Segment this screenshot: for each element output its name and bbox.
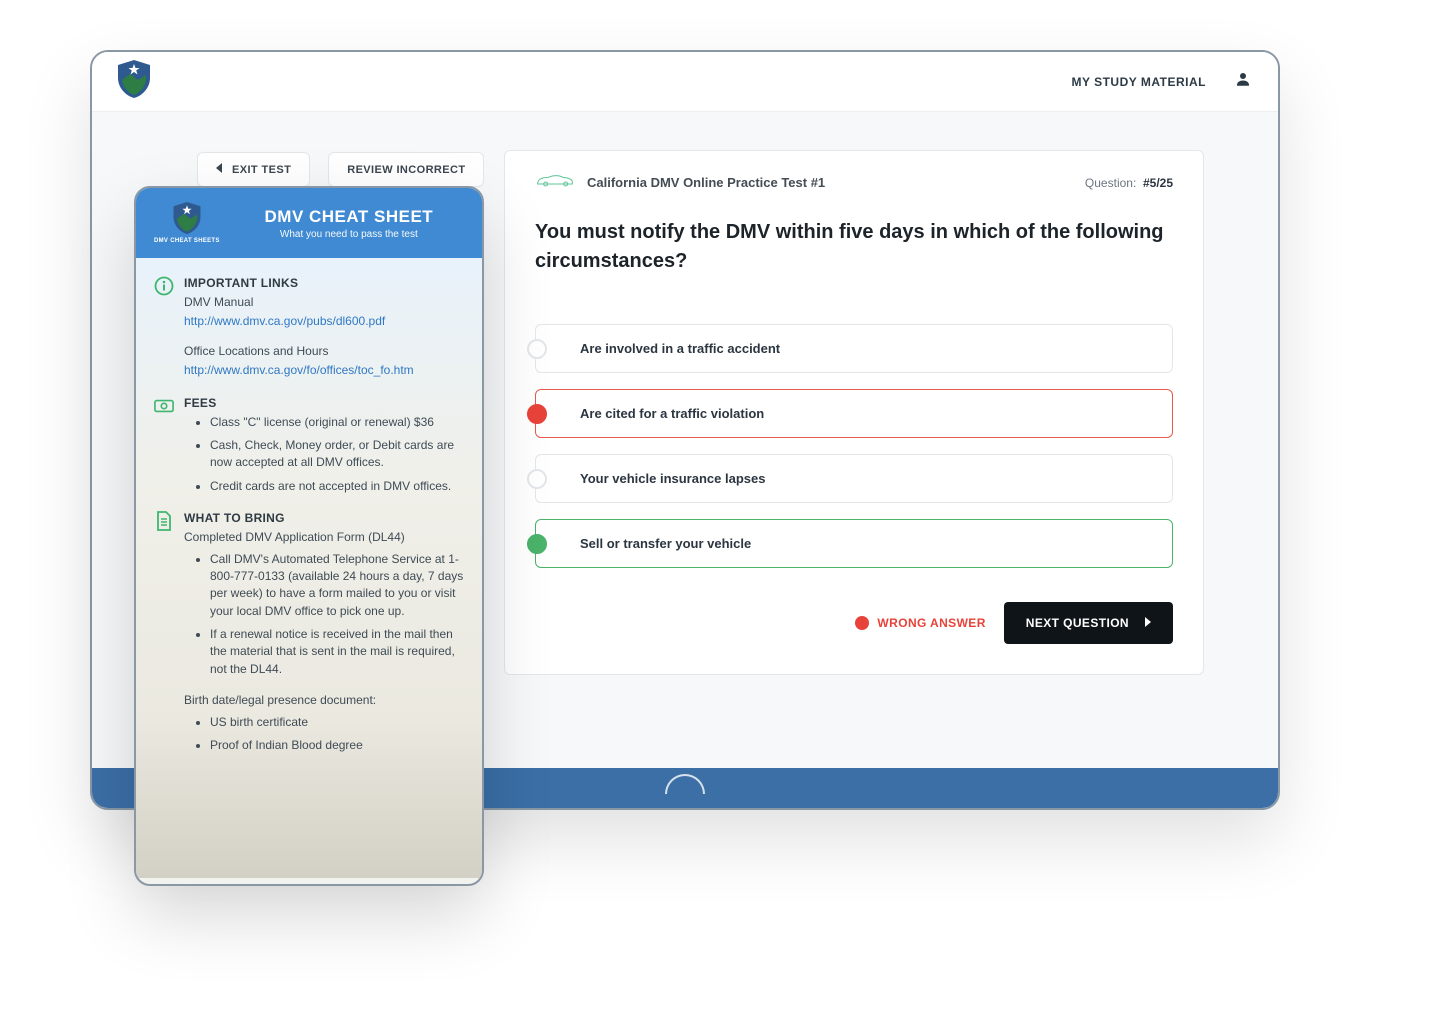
wrong-answer-indicator: WRONG ANSWER	[855, 616, 985, 630]
list-item: Call DMV's Automated Telephone Service a…	[210, 551, 464, 621]
section-heading: FEES	[184, 396, 464, 410]
left-controls: EXIT TEST REVIEW INCORRECT	[197, 152, 484, 187]
office-label: Office Locations and Hours	[184, 343, 464, 360]
fees-list: Class "C" license (original or renewal) …	[184, 414, 464, 496]
birth-list: US birth certificate Proof of Indian Blo…	[184, 714, 464, 755]
section-what-to-bring: WHAT TO BRING Completed DMV Application …	[154, 511, 464, 754]
car-icon	[535, 171, 575, 194]
exit-label: EXIT TEST	[232, 164, 291, 176]
shield-icon	[173, 202, 201, 234]
footer-decoration-icon	[665, 774, 705, 794]
question-counter-value: #5/25	[1143, 176, 1173, 190]
cheat-sheet-title-wrap: DMV CHEAT SHEET What you need to pass th…	[234, 207, 464, 240]
section-important-links: IMPORTANT LINKS DMV Manual http://www.dm…	[154, 276, 464, 380]
list-item: US birth certificate	[210, 714, 464, 731]
quiz-card: California DMV Online Practice Test #1 Q…	[504, 150, 1204, 675]
manual-label: DMV Manual	[184, 294, 464, 311]
list-item: Proof of Indian Blood degree	[210, 737, 464, 754]
next-label: NEXT QUESTION	[1026, 616, 1129, 630]
exit-test-button[interactable]: EXIT TEST	[197, 152, 310, 187]
manual-link[interactable]: http://www.dmv.ca.gov/pubs/dl600.pdf	[184, 313, 464, 330]
quiz-title-wrap: California DMV Online Practice Test #1	[535, 171, 825, 194]
list-item: Cash, Check, Money order, or Debit cards…	[210, 437, 464, 472]
quiz-footer: WRONG ANSWER NEXT QUESTION	[535, 602, 1173, 644]
office-link[interactable]: http://www.dmv.ca.gov/fo/offices/toc_fo.…	[184, 362, 464, 379]
info-icon	[154, 276, 174, 296]
question-counter: Question: #5/25	[1085, 176, 1173, 190]
brand-logo[interactable]	[118, 60, 150, 103]
answer-option[interactable]: Are cited for a traffic violation	[535, 389, 1173, 438]
back-icon	[216, 163, 224, 176]
section-heading: IMPORTANT LINKS	[184, 276, 464, 290]
cheat-sheet-panel: DMV CHEAT SHEETS DMV CHEAT SHEET What yo…	[134, 186, 484, 886]
dot-icon	[855, 616, 869, 630]
user-icon[interactable]	[1234, 70, 1252, 93]
quiz-header: California DMV Online Practice Test #1 Q…	[535, 171, 1173, 194]
list-item: If a renewal notice is received in the m…	[210, 626, 464, 678]
brand-subtext: DMV CHEAT SHEETS	[154, 238, 220, 244]
answer-option[interactable]: Your vehicle insurance lapses	[535, 454, 1173, 503]
cheat-sheet-header: DMV CHEAT SHEETS DMV CHEAT SHEET What yo…	[136, 188, 482, 258]
nav-my-study-material[interactable]: MY STUDY MATERIAL	[1071, 75, 1206, 89]
question-text: You must notify the DMV within five days…	[535, 218, 1173, 276]
next-question-button[interactable]: NEXT QUESTION	[1004, 602, 1173, 644]
cheat-sheet-title: DMV CHEAT SHEET	[234, 207, 464, 227]
question-counter-label: Question:	[1085, 176, 1136, 190]
list-item: Class "C" license (original or renewal) …	[210, 414, 464, 431]
bring-list: Call DMV's Automated Telephone Service a…	[184, 551, 464, 679]
shield-icon	[118, 60, 150, 98]
topbar-right: MY STUDY MATERIAL	[1071, 70, 1252, 93]
document-icon	[154, 511, 174, 531]
quiz-title: California DMV Online Practice Test #1	[587, 175, 825, 190]
wrong-answer-label: WRONG ANSWER	[877, 616, 985, 630]
birth-label: Birth date/legal presence document:	[184, 692, 464, 709]
review-label: REVIEW INCORRECT	[347, 164, 465, 176]
cheat-sheet-body: IMPORTANT LINKS DMV Manual http://www.dm…	[136, 258, 482, 878]
bring-intro: Completed DMV Application Form (DL44)	[184, 529, 464, 546]
section-heading: WHAT TO BRING	[184, 511, 464, 525]
answer-option[interactable]: Are involved in a traffic accident	[535, 324, 1173, 373]
topbar: MY STUDY MATERIAL	[92, 52, 1278, 112]
section-fees: FEES Class "C" license (original or rene…	[154, 396, 464, 496]
forward-icon	[1143, 616, 1151, 630]
review-incorrect-button[interactable]: REVIEW INCORRECT	[328, 152, 484, 187]
answer-list: Are involved in a traffic accident Are c…	[535, 324, 1173, 568]
cheat-sheet-logo: DMV CHEAT SHEETS	[154, 202, 220, 244]
money-icon	[154, 396, 174, 416]
answer-option[interactable]: Sell or transfer your vehicle	[535, 519, 1173, 568]
list-item: Credit cards are not accepted in DMV off…	[210, 478, 464, 495]
cheat-sheet-subtitle: What you need to pass the test	[234, 229, 464, 240]
